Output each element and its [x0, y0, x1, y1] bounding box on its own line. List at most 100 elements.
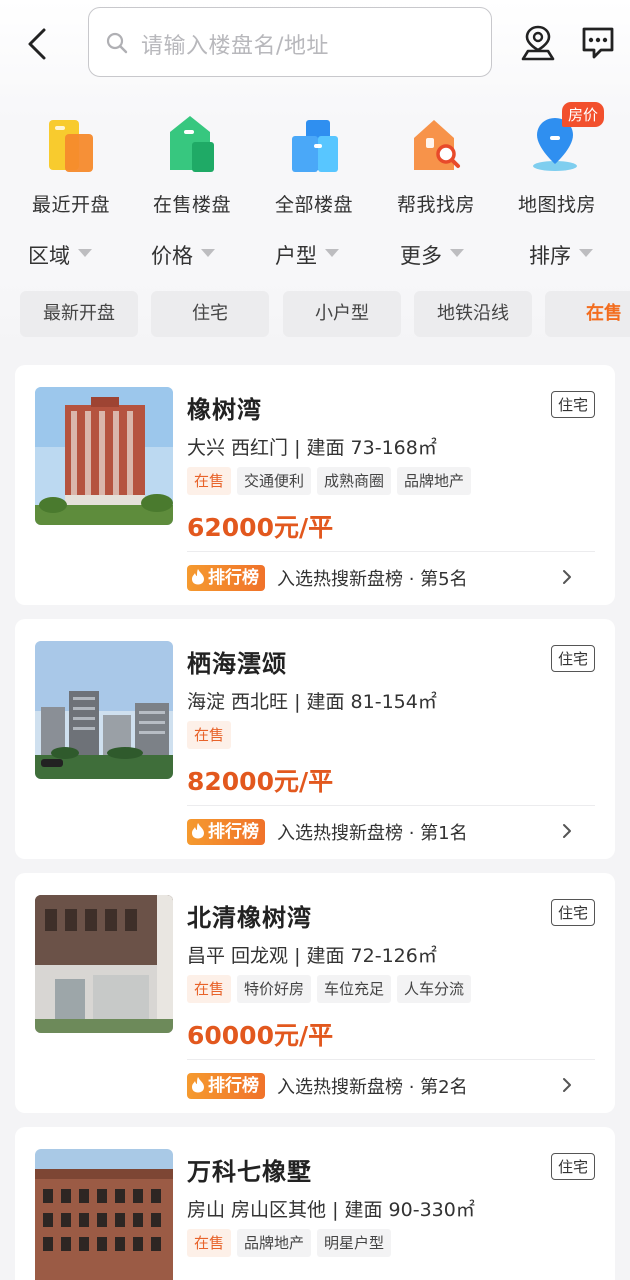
filter-label: 价格 — [151, 244, 193, 268]
listing-card[interactable]: 栖海澐颂 住宅 海淀 西北旺 | 建面 81-154㎡ 在售 82000元/平 … — [15, 619, 615, 859]
quick-filter-chips: 最新开盘 住宅 小户型 地铁沿线 在售 — [0, 291, 630, 337]
chevron-left-icon — [28, 28, 46, 60]
ranking-badge: 排行榜 — [187, 565, 265, 591]
feature-tag: 成熟商圈 — [317, 467, 392, 495]
feature-tag: 品牌地产 — [397, 467, 472, 495]
status-tag: 在售 — [187, 721, 232, 749]
category-label: 全部楼盘 — [274, 194, 353, 216]
ranking-badge: 排行榜 — [187, 1073, 265, 1099]
category-on-sale[interactable]: 在售楼盘 — [131, 108, 253, 217]
divider — [187, 1059, 595, 1060]
feature-tag: 特价好房 — [237, 975, 312, 1003]
listing-name: 北清橡树湾 — [187, 904, 312, 932]
listing-tags: 在售 — [187, 721, 237, 751]
listing-tags: 在售 特价好房 车位充足 人车分流 — [187, 975, 477, 1005]
on-sale-building-icon — [170, 116, 214, 172]
category-label: 地图找房 — [517, 194, 596, 216]
listing-tags: 在售 交通便利 成熟商圈 品牌地产 — [187, 467, 477, 497]
filter-layout[interactable]: 户型 — [275, 240, 339, 270]
category-map-find[interactable]: 房价 地图找房 — [496, 102, 618, 217]
person-pin-icon — [521, 25, 555, 61]
chip-on-sale[interactable]: 在售 — [545, 291, 630, 337]
divider — [187, 805, 595, 806]
listing-card[interactable]: 橡树湾 住宅 大兴 西红门 | 建面 73-168㎡ 在售 交通便利 成熟商圈 品牌地… — [15, 365, 615, 605]
filter-area[interactable]: 区域 — [28, 240, 92, 270]
triangle-down-icon — [450, 249, 464, 257]
feature-tag: 明星户型 — [317, 1229, 392, 1257]
filter-sort[interactable]: 排序 — [529, 240, 593, 270]
filter-label: 户型 — [275, 244, 317, 268]
listing-location: 海淀 西北旺 | 建面 81-154㎡ — [187, 691, 437, 713]
category-label: 帮我找房 — [396, 194, 475, 216]
listing-name: 橡树湾 — [187, 396, 262, 424]
flame-icon — [192, 823, 204, 839]
listing-name: 万科七橡墅 — [187, 1158, 312, 1186]
price-badge: 房价 — [562, 102, 605, 127]
recent-open-icon — [49, 120, 93, 172]
chevron-right-icon — [563, 570, 571, 584]
listing-tags: 在售 品牌地产 明星户型 — [187, 1229, 397, 1259]
ranking-badge-label: 排行榜 — [208, 1076, 259, 1096]
listing-type-badge: 住宅 — [550, 899, 595, 926]
search-icon — [106, 32, 128, 54]
category-help-find[interactable]: 帮我找房 — [375, 108, 497, 217]
ranking-text: 入选热搜新盘榜 · 第1名 — [277, 823, 468, 844]
filter-bar: 区域 价格 户型 更多 排序 — [0, 240, 630, 274]
ranking-row[interactable]: 排行榜 入选热搜新盘榜 · 第2名 — [187, 1073, 468, 1101]
triangle-down-icon — [579, 249, 593, 257]
listing-price: 62000元/平 — [187, 513, 334, 542]
listing-type-badge: 住宅 — [550, 645, 595, 672]
listing-photo — [35, 895, 173, 1033]
chip-latest-open[interactable]: 最新开盘 — [20, 291, 138, 337]
listing-type-badge: 住宅 — [550, 1153, 595, 1180]
category-all[interactable]: 全部楼盘 — [253, 108, 375, 217]
search-placeholder: 请输入楼盘名/地址 — [141, 34, 329, 59]
flame-icon — [192, 569, 204, 585]
listing-price: 60000元/平 — [187, 1021, 334, 1050]
filter-label: 更多 — [400, 244, 442, 268]
category-label: 在售楼盘 — [152, 194, 231, 216]
category-recent-open[interactable]: 最近开盘 — [10, 108, 132, 217]
ranking-badge: 排行榜 — [187, 819, 265, 845]
listing-card[interactable]: 万科七橡墅 住宅 房山 房山区其他 | 建面 90-330㎡ 在售 品牌地产 明星户… — [15, 1127, 615, 1280]
divider — [187, 551, 595, 552]
category-label: 最近开盘 — [31, 194, 110, 216]
filter-price[interactable]: 价格 — [151, 240, 215, 270]
message-button[interactable] — [580, 23, 620, 63]
chevron-right-icon — [563, 1078, 571, 1092]
listing-card[interactable]: 北清橡树湾 住宅 昌平 回龙观 | 建面 72-126㎡ 在售 特价好房 车位充足人… — [15, 873, 615, 1113]
filter-more[interactable]: 更多 — [400, 240, 464, 270]
search-input[interactable]: 请输入楼盘名/地址 — [88, 7, 492, 77]
ranking-text: 入选热搜新盘榜 · 第5名 — [277, 569, 468, 590]
listing-price: 82000元/平 — [187, 767, 334, 796]
ranking-row[interactable]: 排行榜 入选热搜新盘榜 · 第5名 — [187, 565, 468, 593]
triangle-down-icon — [78, 249, 92, 257]
consultant-button[interactable] — [518, 23, 558, 63]
filter-label: 排序 — [529, 244, 571, 268]
chip-small-unit[interactable]: 小户型 — [283, 291, 401, 337]
back-button[interactable] — [22, 26, 56, 62]
chevron-right-icon — [563, 824, 571, 838]
ranking-badge-label: 排行榜 — [208, 568, 259, 588]
listing-name: 栖海澐颂 — [187, 650, 287, 678]
listing-photo — [35, 641, 173, 779]
listing-photo — [35, 387, 173, 525]
chip-metro[interactable]: 地铁沿线 — [414, 291, 532, 337]
feature-tag: 品牌地产 — [237, 1229, 312, 1257]
category-bar: 最近开盘 在售楼盘 全部楼盘 帮我找房 房价 地图找房 — [0, 102, 630, 228]
chip-residential[interactable]: 住宅 — [151, 291, 269, 337]
listing-location: 昌平 回龙观 | 建面 72-126㎡ — [187, 945, 437, 967]
ranking-badge-label: 排行榜 — [208, 822, 259, 842]
house-search-icon — [414, 120, 460, 170]
listing-photo — [35, 1149, 173, 1280]
feature-tag: 车位充足 — [317, 975, 392, 1003]
filter-label: 区域 — [28, 244, 70, 268]
listing-location: 大兴 西红门 | 建面 73-168㎡ — [187, 437, 437, 459]
listing-location: 房山 房山区其他 | 建面 90-330㎡ — [187, 1199, 475, 1221]
feature-tag: 人车分流 — [397, 975, 472, 1003]
ranking-row[interactable]: 排行榜 入选热搜新盘榜 · 第1名 — [187, 819, 468, 847]
flame-icon — [192, 1077, 204, 1093]
triangle-down-icon — [325, 249, 339, 257]
chat-bubble-icon — [582, 27, 614, 59]
status-tag: 在售 — [187, 1229, 232, 1257]
